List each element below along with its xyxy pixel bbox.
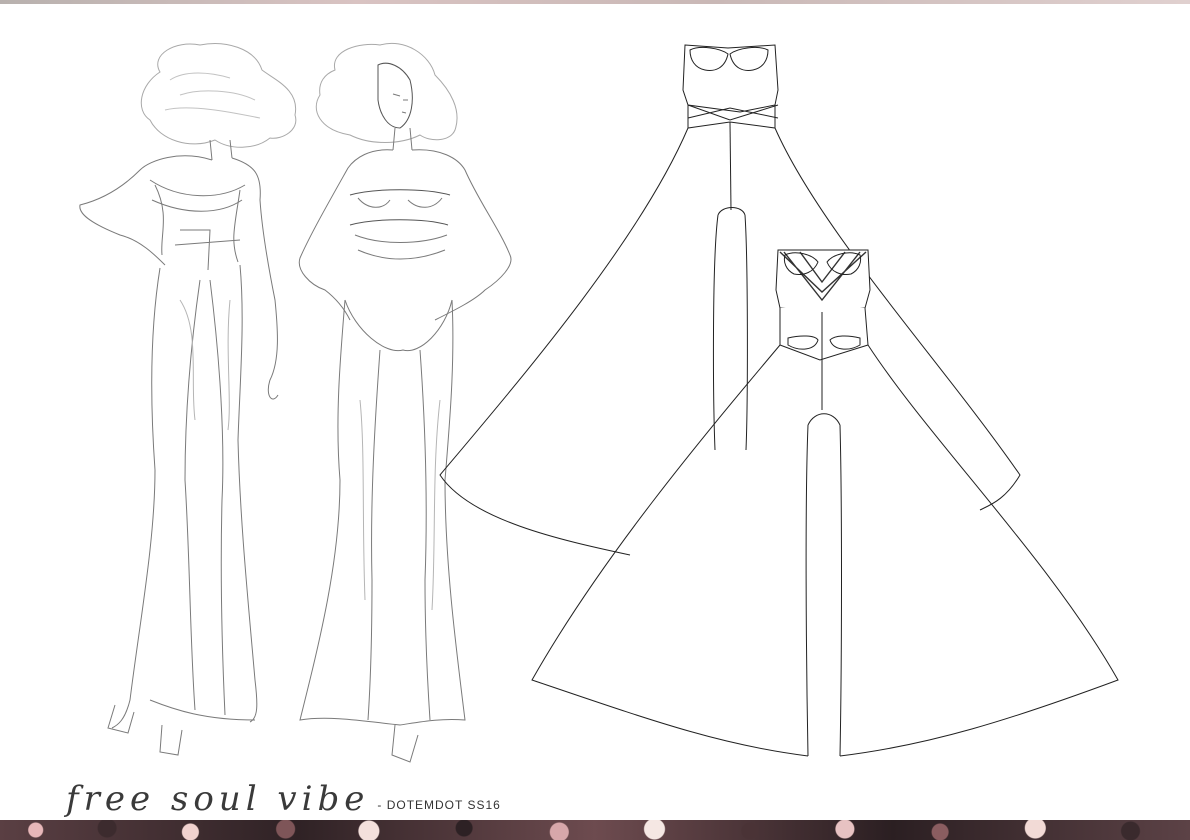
front-view-figure-sketch [298,43,512,763]
caption-script-title: free soul vibe [66,779,370,819]
caption-label: - DOTEMDOT SS16 [377,798,501,812]
technical-flat-front [531,249,1119,757]
collection-caption: free soul vibe - DOTEMDOT SS16 [66,766,501,816]
back-view-figure-sketch [79,43,297,756]
technical-flat-back [439,44,1021,556]
fashion-sketch-artwork [79,43,1119,763]
bottom-floral-border [0,820,1190,840]
